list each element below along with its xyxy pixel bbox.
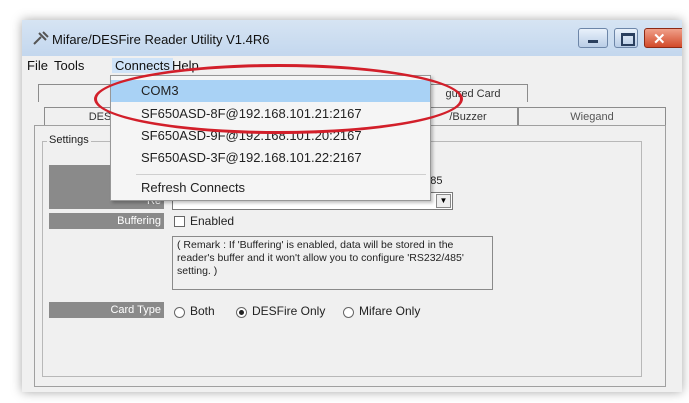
settings-legend: Settings — [47, 134, 91, 146]
connect-item-device-8f[interactable]: SF650ASD-8F@192.168.101.21:2167 — [111, 103, 430, 125]
refresh-connects-item[interactable]: Refresh Connects — [111, 177, 430, 199]
card-type-mifare-radio[interactable] — [343, 307, 354, 318]
tab-configured-card[interactable]: gured Card — [418, 84, 528, 102]
reader-tool-icon — [33, 31, 49, 45]
menu-bar: File Tools Connects Help — [22, 56, 682, 76]
tab-buzzer[interactable]: /Buzzer — [418, 107, 518, 125]
app-window: Mifare/DESFire Reader Utility V1.4R6 ✕ F… — [22, 20, 682, 392]
buffering-label: Buffering — [49, 213, 164, 229]
card-type-mifare-label: Mifare Only — [359, 304, 421, 318]
menu-file[interactable]: File — [27, 58, 48, 73]
menu-tools[interactable]: Tools — [54, 58, 84, 73]
card-type-both-radio[interactable] — [174, 307, 185, 318]
menu-help[interactable]: Help — [172, 58, 199, 73]
maximize-button[interactable] — [614, 28, 638, 48]
remark-text: ( Remark : If 'Buffering' is enabled, da… — [172, 236, 493, 290]
connects-dropdown-menu: COM3 SF650ASD-8F@192.168.101.21:2167 SF6… — [110, 75, 431, 201]
menu-connects[interactable]: Connects — [112, 58, 173, 73]
card-type-desfire-label: DESFire Only — [252, 304, 326, 318]
window-title: Mifare/DESFire Reader Utility V1.4R6 — [52, 32, 270, 47]
card-type-label: Card Type — [49, 302, 164, 318]
minimize-button[interactable] — [578, 28, 608, 48]
menu-separator — [136, 174, 426, 175]
minimize-icon — [588, 40, 598, 43]
card-type-desfire-radio[interactable] — [236, 307, 247, 318]
buffering-checkbox-label: Enabled — [190, 214, 235, 228]
card-type-both-label: Both — [190, 304, 215, 318]
buffering-checkbox[interactable] — [174, 216, 185, 227]
connect-item-device-9f[interactable]: SF650ASD-9F@192.168.101.20:2167 — [111, 125, 430, 147]
maximize-icon — [621, 33, 635, 46]
close-button[interactable]: ✕ — [644, 28, 682, 48]
close-icon: ✕ — [653, 31, 666, 48]
tab-wiegand[interactable]: Wiegand — [518, 107, 666, 125]
chevron-down-icon[interactable]: ▼ — [436, 194, 451, 208]
connect-item-com3[interactable]: COM3 — [111, 80, 430, 102]
connect-item-device-3f[interactable]: SF650ASD-3F@192.168.101.22:2167 — [111, 147, 430, 169]
title-bar[interactable]: Mifare/DESFire Reader Utility V1.4R6 ✕ — [22, 20, 682, 56]
